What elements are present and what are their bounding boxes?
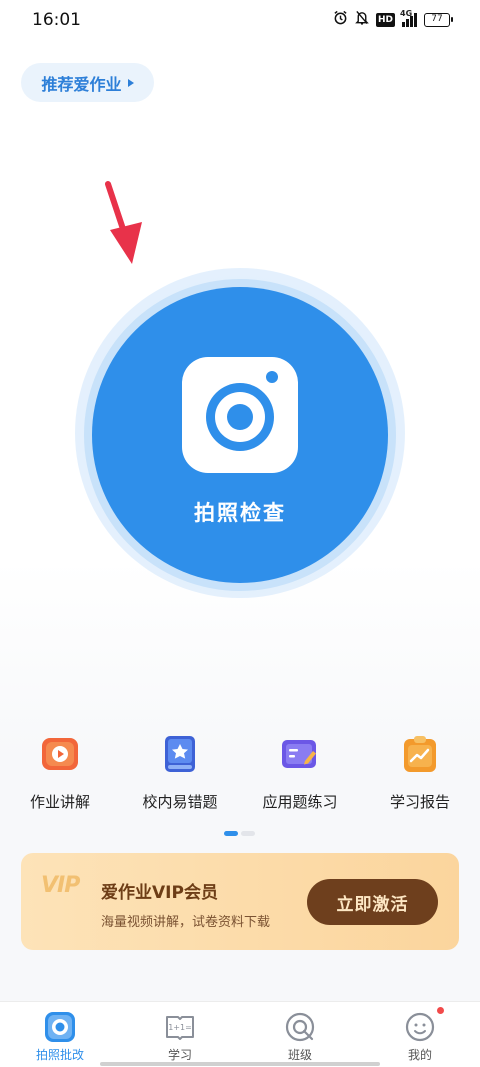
feature-study-report[interactable]: 学习报告 bbox=[360, 735, 480, 812]
bottom-tab-bar: 拍照批改 1+1= 学习 班级 我的 bbox=[0, 1001, 480, 1067]
vip-banner[interactable]: VIP 爱作业VIP会员 海量视频讲解，试卷资料下载 立即激活 bbox=[21, 853, 459, 950]
feature-label: 校内易错题 bbox=[142, 793, 218, 811]
feature-label: 应用题练习 bbox=[262, 793, 338, 811]
status-icons: HD 4G 77 bbox=[333, 9, 453, 30]
app-screen: 16:01 HD 4G 77 推荐爱作业 拍照检查 作业讲解 校内易错题 应用题… bbox=[0, 0, 480, 1067]
feature-label: 作业讲解 bbox=[29, 793, 90, 811]
tab-study[interactable]: 1+1= 学习 bbox=[120, 1002, 240, 1067]
tab-class[interactable]: 班级 bbox=[240, 1002, 360, 1067]
feature-grid: 作业讲解 校内易错题 应用题练习 学习报告 bbox=[0, 735, 480, 815]
svg-text:1+1=: 1+1= bbox=[168, 1023, 192, 1032]
network-type: 4G bbox=[400, 9, 413, 18]
feature-pager bbox=[224, 831, 255, 836]
search-circle-icon bbox=[285, 1012, 315, 1042]
vip-subtitle: 海量视频讲解，试卷资料下载 bbox=[101, 915, 271, 930]
status-bar: 16:01 HD 4G 77 bbox=[0, 0, 480, 40]
clipboard-chart-icon bbox=[404, 736, 436, 772]
book-math-icon: 1+1= bbox=[166, 1016, 194, 1040]
red-arrow-icon bbox=[105, 181, 142, 264]
feature-mistakes[interactable]: 校内易错题 bbox=[120, 735, 240, 812]
hd-badge: HD bbox=[375, 13, 395, 27]
profile-icon bbox=[405, 1012, 435, 1042]
recommend-label: 推荐爱作业 bbox=[41, 74, 122, 94]
status-time: 16:01 bbox=[32, 10, 81, 30]
photo-check-label: 拍照检查 bbox=[194, 501, 286, 525]
play-video-icon bbox=[42, 738, 78, 770]
alarm-icon bbox=[333, 10, 348, 30]
tab-label: 我的 bbox=[407, 1048, 432, 1062]
vip-title: 爱作业VIP会员 bbox=[101, 883, 218, 903]
tab-label: 班级 bbox=[287, 1048, 312, 1062]
feature-homework-explain[interactable]: 作业讲解 bbox=[0, 735, 120, 812]
pager-dot bbox=[241, 831, 255, 836]
feature-word-problems[interactable]: 应用题练习 bbox=[240, 735, 360, 812]
activate-vip-button[interactable]: 立即激活 bbox=[307, 879, 438, 925]
mute-bell-icon bbox=[355, 10, 369, 30]
recommend-button[interactable]: 推荐爱作业 bbox=[21, 63, 154, 102]
camera-icon bbox=[182, 357, 298, 473]
pager-dot-active bbox=[224, 831, 238, 836]
tab-label: 拍照批改 bbox=[35, 1048, 84, 1062]
tab-photo-grade[interactable]: 拍照批改 bbox=[0, 1002, 120, 1067]
tab-mine[interactable]: 我的 bbox=[360, 1002, 480, 1067]
feature-label: 学习报告 bbox=[389, 793, 450, 811]
tab-label: 学习 bbox=[167, 1048, 192, 1062]
star-book-icon bbox=[165, 736, 195, 772]
vip-logo: VIP bbox=[41, 873, 80, 898]
signal-icon: 4G bbox=[400, 9, 417, 27]
notification-dot bbox=[437, 1007, 444, 1014]
home-indicator[interactable] bbox=[100, 1062, 380, 1066]
camera-scan-icon bbox=[45, 1012, 75, 1042]
pencil-card-icon bbox=[282, 740, 316, 768]
play-triangle-icon bbox=[127, 78, 134, 87]
battery-icon: 77 bbox=[424, 13, 453, 27]
photo-check-button[interactable]: 拍照检查 bbox=[92, 287, 388, 583]
